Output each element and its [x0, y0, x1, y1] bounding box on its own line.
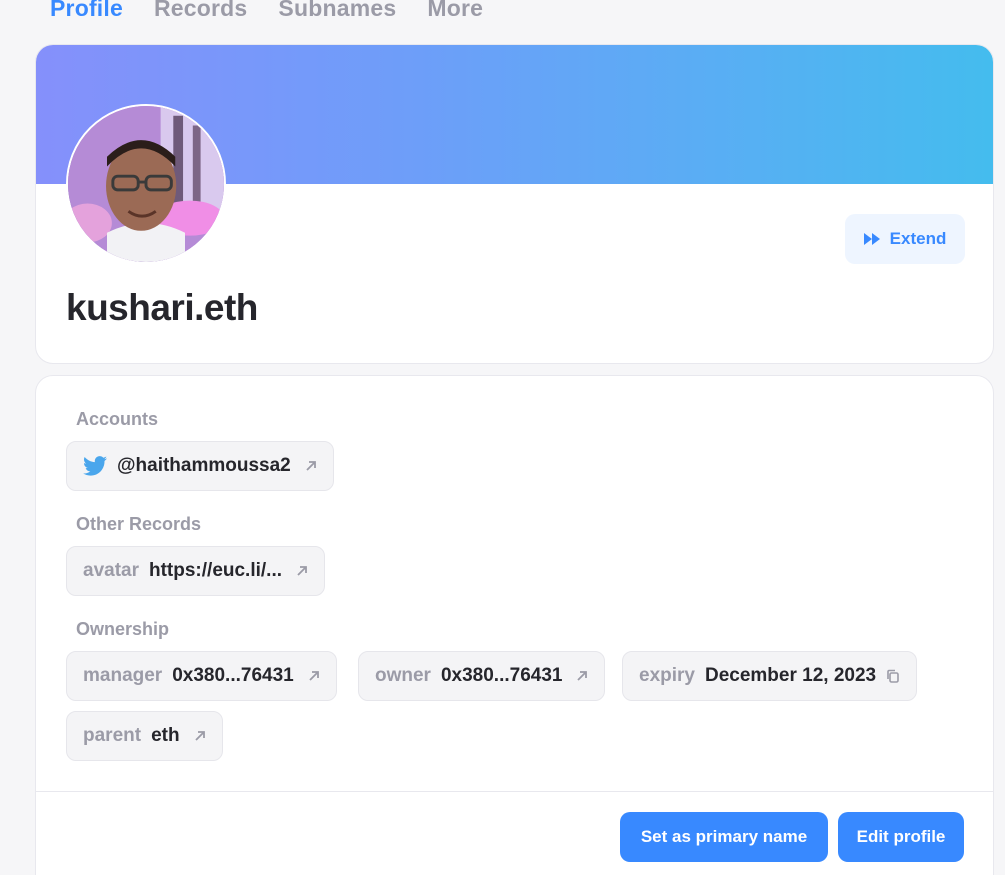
expiry-chip[interactable]: expiry December 12, 2023: [622, 651, 918, 701]
avatar: [66, 104, 226, 264]
fast-forward-icon: [863, 233, 880, 245]
twitter-handle: @haithammoussa2: [117, 455, 291, 476]
tab-more[interactable]: More: [427, 0, 483, 26]
owner-key: owner: [375, 665, 431, 686]
other-records-label: Other Records: [76, 514, 202, 534]
avatar-record-chip[interactable]: avatar https://euc.li/...: [66, 546, 326, 596]
extend-label: Extend: [889, 229, 947, 248]
manager-key: manager: [83, 665, 163, 686]
accounts-label: Accounts: [76, 409, 159, 429]
card-divider: [36, 791, 993, 792]
profile-name: kushari.eth: [66, 287, 258, 328]
tab-profile[interactable]: Profile: [50, 0, 123, 26]
details-card: Accounts @haithammoussa2 Other Records a…: [35, 375, 994, 875]
set-primary-name-button[interactable]: Set as primary name: [620, 812, 828, 862]
tab-records[interactable]: Records: [154, 0, 247, 26]
avatar-record-key: avatar: [83, 560, 139, 581]
profile-card: Extend kushari.eth: [35, 44, 994, 364]
external-link-icon: [296, 565, 308, 577]
expiry-value: December 12, 2023: [704, 665, 877, 686]
expiry-key: expiry: [639, 665, 695, 686]
parent-key: parent: [83, 725, 142, 746]
profile-tabs: Profile Records Subnames More: [50, 0, 483, 26]
extend-button[interactable]: Extend: [845, 214, 965, 264]
twitter-icon: [83, 456, 107, 476]
owner-chip[interactable]: owner 0x380...76431: [358, 651, 606, 701]
external-link-icon: [194, 730, 206, 742]
copy-icon: [886, 669, 900, 683]
avatar-photo: [68, 106, 224, 262]
twitter-account-chip[interactable]: @haithammoussa2: [66, 441, 334, 491]
owner-value: 0x380...76431: [440, 665, 563, 686]
parent-value: eth: [151, 725, 180, 746]
external-link-icon: [305, 460, 317, 472]
external-link-icon: [308, 670, 320, 682]
edit-profile-button[interactable]: Edit profile: [838, 812, 964, 862]
tab-subnames[interactable]: Subnames: [278, 0, 396, 26]
parent-chip[interactable]: parent eth: [66, 711, 223, 761]
ownership-label: Ownership: [76, 619, 170, 639]
avatar-record-value: https://euc.li/...: [149, 560, 283, 581]
manager-value: 0x380...76431: [172, 665, 294, 686]
external-link-icon: [576, 670, 588, 682]
manager-chip[interactable]: manager 0x380...76431: [66, 651, 337, 701]
